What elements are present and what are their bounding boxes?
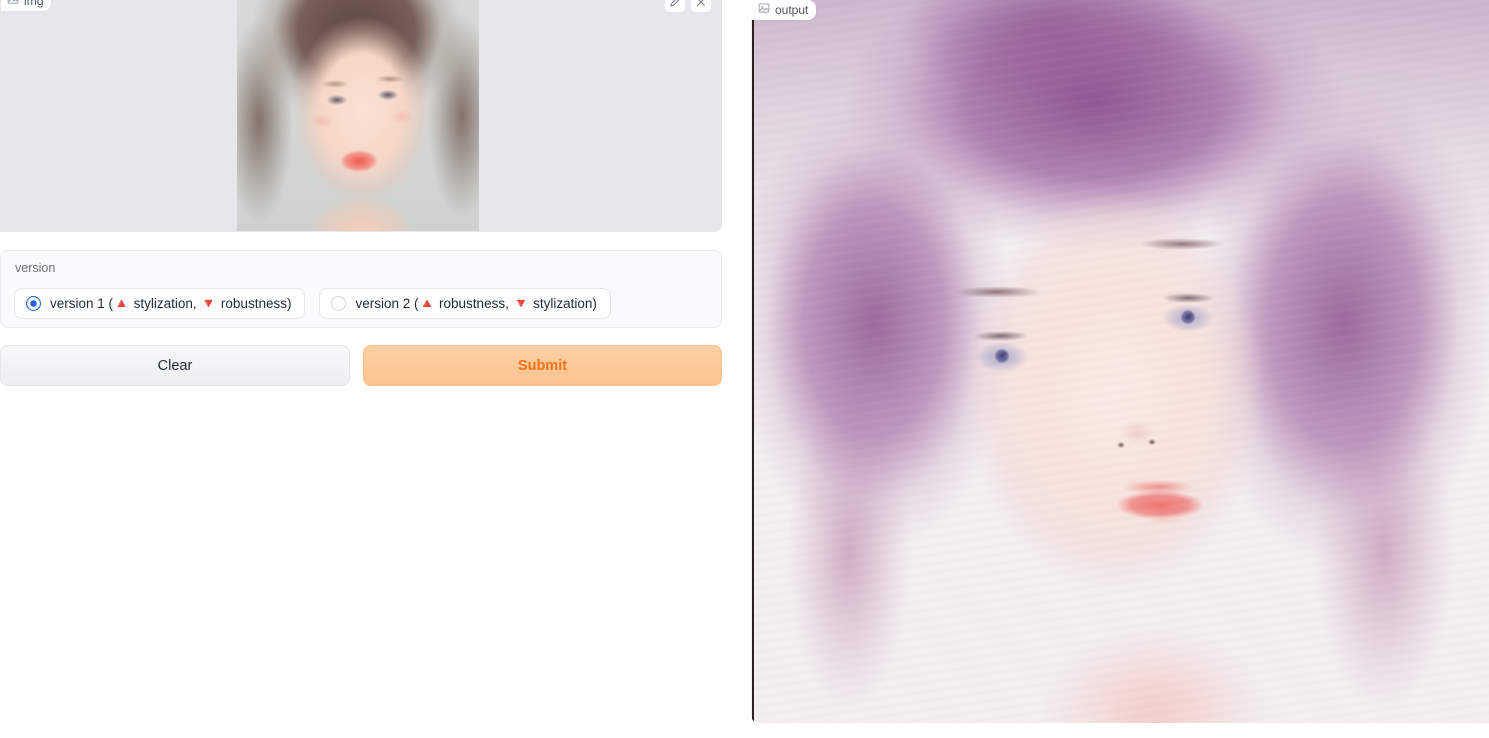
image-input-label-text: img: [24, 0, 44, 8]
radio-label-version-1: version 1 (🔺 stylization, 🔻 robustness): [50, 295, 292, 311]
image-icon: [7, 0, 19, 10]
version-radio-row: version 1 (🔺 stylization, 🔻 robustness) …: [14, 288, 611, 319]
radio-option-version-1[interactable]: version 1 (🔺 stylization, 🔻 robustness): [14, 288, 306, 319]
input-image-photo: [237, 0, 479, 231]
radio-indicator-version-1[interactable]: [26, 296, 41, 311]
image-icon: [758, 1, 770, 19]
output-image[interactable]: [752, 0, 1489, 723]
image-toolbar: [664, 0, 712, 13]
action-button-row: Clear Submit: [0, 345, 722, 386]
clear-button[interactable]: Clear: [0, 345, 350, 386]
output-image-art: [754, 0, 1489, 723]
close-icon[interactable]: [690, 0, 712, 13]
image-input-label: img: [1, 0, 51, 11]
input-image[interactable]: [237, 0, 479, 231]
version-group-title: version: [15, 261, 56, 275]
left-column: img version version 1 (🔺 stylization, 🔻 …: [0, 0, 722, 738]
output-block[interactable]: output: [751, 0, 1489, 723]
radio-label-version-2: version 2 (🔺 robustness, 🔻 stylization): [355, 295, 597, 311]
output-label: output: [751, 0, 817, 20]
radio-option-version-2[interactable]: version 2 (🔺 robustness, 🔻 stylization): [319, 288, 611, 319]
submit-button[interactable]: Submit: [363, 345, 722, 386]
image-input-block[interactable]: img: [0, 0, 722, 232]
app-root: img version version 1 (🔺 stylization, 🔻 …: [0, 0, 1489, 738]
edit-icon[interactable]: [664, 0, 686, 13]
radio-indicator-version-2[interactable]: [331, 296, 347, 311]
output-label-text: output: [775, 3, 809, 17]
version-group: version version 1 (🔺 stylization, 🔻 robu…: [0, 250, 722, 328]
